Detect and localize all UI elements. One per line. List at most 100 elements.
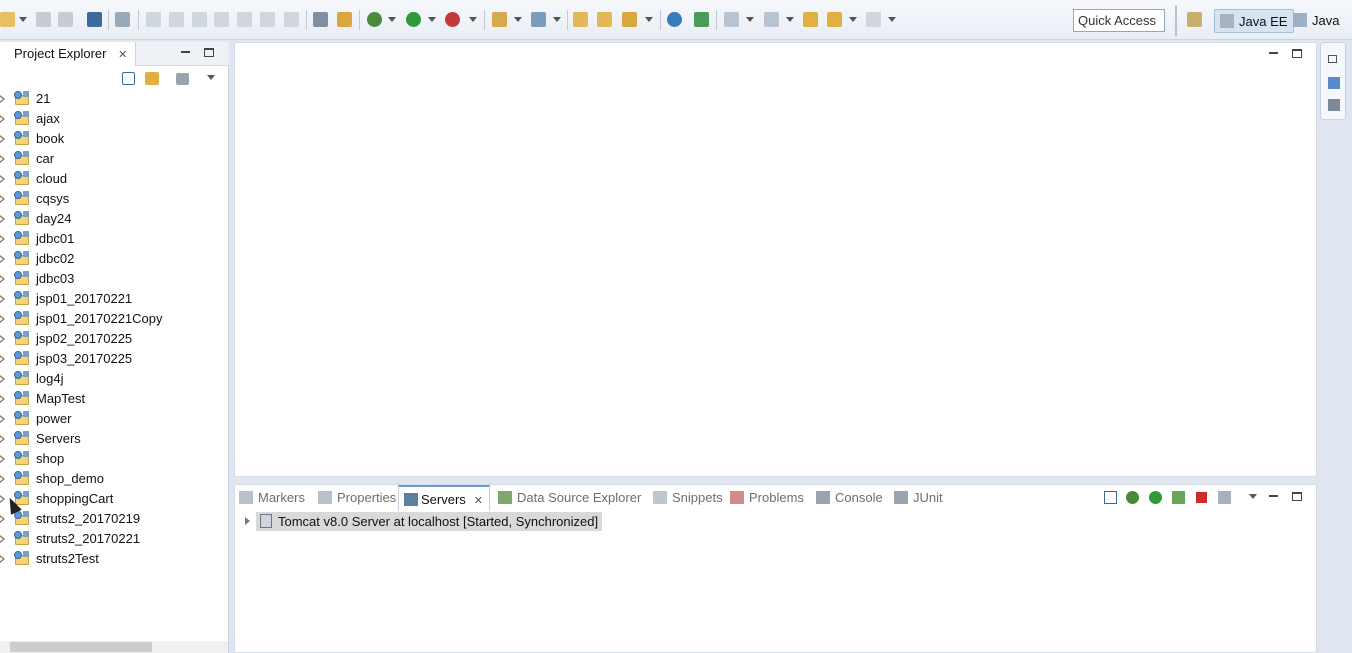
search-dropdown[interactable] [645, 17, 653, 22]
expand-arrow-icon[interactable] [0, 95, 5, 103]
external-tools-icon[interactable] [445, 12, 460, 27]
tree-item-project[interactable]: day24 [0, 209, 228, 229]
collapse-all-icon[interactable] [122, 72, 135, 85]
run-server-icon[interactable] [694, 12, 709, 27]
terminate-icon[interactable] [192, 12, 207, 27]
minimize-icon[interactable] [181, 51, 190, 53]
last-edit-icon[interactable] [803, 12, 818, 27]
view-filters-icon[interactable] [176, 73, 189, 85]
expand-arrow-icon[interactable] [0, 475, 5, 483]
run-dropdown[interactable] [428, 17, 436, 22]
tree-item-project[interactable]: struts2_20170221 [0, 529, 228, 549]
forward-icon[interactable] [866, 12, 881, 27]
open-type-icon[interactable] [573, 12, 588, 27]
step-return-icon[interactable] [284, 12, 299, 27]
expand-arrow-icon[interactable] [0, 335, 5, 343]
expand-arrow-icon[interactable] [0, 435, 5, 443]
tree-item-project[interactable]: cloud [0, 169, 228, 189]
outline-icon[interactable] [1328, 77, 1340, 89]
view-menu-icon[interactable] [1249, 494, 1257, 499]
tree-item-project[interactable]: shop [0, 449, 228, 469]
tab-snippets[interactable]: Snippets [653, 490, 723, 505]
close-icon[interactable]: ✕ [118, 49, 127, 61]
expand-arrow-icon[interactable] [0, 235, 5, 243]
editor-area[interactable] [234, 42, 1317, 477]
expand-arrow-icon[interactable] [0, 415, 5, 423]
tree-item-project[interactable]: jdbc01 [0, 229, 228, 249]
web-browser-icon[interactable] [667, 12, 682, 27]
use-step-filters-icon[interactable] [337, 12, 352, 27]
expand-arrow-icon[interactable] [245, 517, 250, 525]
debug-icon[interactable] [367, 12, 382, 27]
expand-arrow-icon[interactable] [0, 275, 5, 283]
search-icon[interactable] [622, 12, 637, 27]
scrollbar-thumb[interactable] [10, 642, 152, 652]
maximize-icon[interactable] [1292, 492, 1302, 501]
maximize-icon[interactable] [1292, 49, 1302, 58]
restore-icon[interactable] [1328, 55, 1337, 63]
view-menu-icon[interactable] [207, 75, 215, 80]
quick-access-input[interactable]: Quick Access [1073, 9, 1165, 32]
expand-arrow-icon[interactable] [0, 555, 5, 563]
tree-item-project[interactable]: jsp01_20170221 [0, 289, 228, 309]
tree-item-project[interactable]: shoppingCart [0, 489, 228, 509]
expand-arrow-icon[interactable] [0, 295, 5, 303]
expand-arrow-icon[interactable] [0, 395, 5, 403]
tree-item-project[interactable]: ajax [0, 109, 228, 129]
new-icon[interactable] [0, 12, 15, 27]
tree-item-project[interactable]: cqsys [0, 189, 228, 209]
tab-junit[interactable]: JUnit [894, 490, 943, 505]
new-server-dropdown[interactable] [514, 17, 522, 22]
save-icon[interactable] [36, 12, 51, 27]
open-task-icon[interactable] [597, 12, 612, 27]
run-icon[interactable] [406, 12, 421, 27]
expand-arrow-icon[interactable] [0, 115, 5, 123]
tree-item-project[interactable]: power [0, 409, 228, 429]
publish-icon[interactable] [1218, 491, 1231, 504]
save-all-icon[interactable] [58, 12, 73, 27]
tree-item-project[interactable]: book [0, 129, 228, 149]
tree-item-project[interactable]: jdbc02 [0, 249, 228, 269]
tab-markers[interactable]: Markers [239, 490, 305, 505]
new-java-project-dropdown[interactable] [553, 17, 561, 22]
expand-arrow-icon[interactable] [0, 215, 5, 223]
back-icon[interactable] [827, 12, 842, 27]
tree-item-project[interactable]: jsp02_20170225 [0, 329, 228, 349]
expand-arrow-icon[interactable] [0, 515, 5, 523]
tree-item-project[interactable]: shop_demo [0, 469, 228, 489]
external-tools-dropdown[interactable] [469, 17, 477, 22]
tree-item-project[interactable]: jdbc03 [0, 269, 228, 289]
print-icon[interactable] [87, 12, 102, 27]
debug-server-icon[interactable] [1126, 491, 1139, 504]
disconnect-icon[interactable] [214, 12, 229, 27]
tab-problems[interactable]: Problems [730, 490, 804, 505]
tree-item-project[interactable]: Servers [0, 429, 228, 449]
task-list-icon[interactable] [1328, 99, 1340, 111]
next-annotation-icon[interactable] [724, 12, 739, 27]
tab-servers[interactable]: Servers ✕ [398, 485, 491, 511]
tree-item-project[interactable]: struts2Test [0, 549, 228, 569]
expand-arrow-icon[interactable] [0, 255, 5, 263]
link-with-editor-icon[interactable] [145, 72, 159, 85]
expand-arrow-icon[interactable] [0, 375, 5, 383]
expand-arrow-icon[interactable] [0, 315, 5, 323]
drop-to-frame-icon[interactable] [313, 12, 328, 27]
new-server-icon[interactable] [492, 12, 507, 27]
tab-project-explorer[interactable]: Project Explorer ✕ [0, 42, 137, 66]
expand-arrow-icon[interactable] [0, 155, 5, 163]
back-dropdown[interactable] [849, 17, 857, 22]
new-dropdown[interactable] [19, 17, 27, 22]
forward-dropdown[interactable] [888, 17, 896, 22]
tree-item-project[interactable]: MapTest [0, 389, 228, 409]
stop-server-icon[interactable] [1196, 492, 1207, 503]
perspective-java-ee[interactable]: Java EE [1214, 9, 1295, 33]
tree-item-project[interactable]: jsp03_20170225 [0, 349, 228, 369]
tree-item-project[interactable]: car [0, 149, 228, 169]
profile-server-icon[interactable] [1172, 491, 1185, 504]
expand-arrow-icon[interactable] [0, 195, 5, 203]
tab-properties[interactable]: Properties [318, 490, 396, 505]
tree-item-project[interactable]: 21 [0, 89, 228, 109]
expand-arrow-icon[interactable] [0, 135, 5, 143]
prev-annotation-icon[interactable] [764, 12, 779, 27]
maximize-icon[interactable] [204, 48, 214, 57]
